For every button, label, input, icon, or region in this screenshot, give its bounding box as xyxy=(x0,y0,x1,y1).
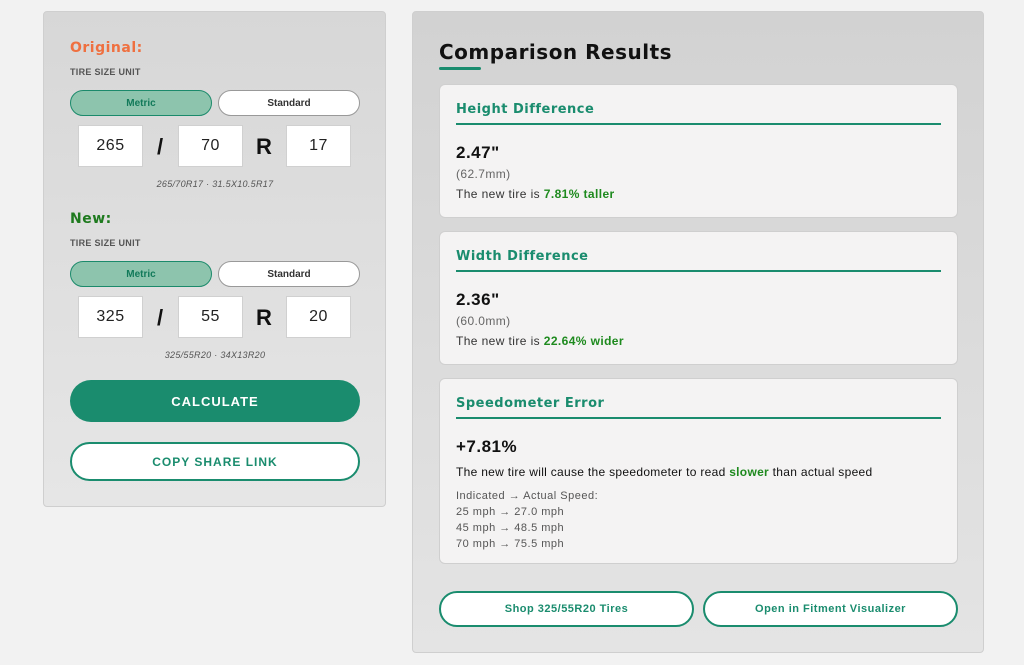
speed-row: 25 mph → 27.0 mph xyxy=(456,506,565,518)
speed-desc-suffix: than actual speed xyxy=(769,465,873,479)
original-metric-toggle[interactable]: Metric xyxy=(70,90,212,116)
original-standard-toggle[interactable]: Standard xyxy=(218,90,360,116)
original-rim-input[interactable]: 17 xyxy=(286,125,351,167)
width-highlight: 22.64% wider xyxy=(543,334,624,348)
results-title: Comparison Results xyxy=(439,40,673,64)
tire-input-panel: Original: TIRE SIZE UNIT Metric Standard… xyxy=(43,11,386,507)
speedometer-card-title: Speedometer Error xyxy=(456,396,605,411)
height-mm: (62.7mm) xyxy=(456,167,511,181)
original-unit-label: TIRE SIZE UNIT xyxy=(70,67,141,77)
speed-highlight: slower xyxy=(729,465,770,479)
speed-row: 70 mph → 75.5 mph xyxy=(456,538,565,550)
new-unit-label: TIRE SIZE UNIT xyxy=(70,238,141,248)
new-rim-input[interactable]: 20 xyxy=(286,296,351,338)
height-desc-text: The new tire is xyxy=(456,187,544,201)
calculate-button[interactable]: CALCULATE xyxy=(70,380,360,422)
original-aspect-input[interactable]: 70 xyxy=(178,125,243,167)
speed-desc-prefix: The new tire will cause the speedometer … xyxy=(456,465,730,479)
card-divider xyxy=(456,123,941,125)
new-construction: R xyxy=(256,305,272,330)
original-size-caption: 265/70R17 · 31.5X10.5R17 xyxy=(156,179,274,189)
speed-row: 45 mph → 48.5 mph xyxy=(456,522,565,534)
width-desc-text: The new tire is xyxy=(456,334,544,348)
fitment-visualizer-button[interactable]: Open in Fitment Visualizer xyxy=(703,591,958,627)
height-card-title: Height Difference xyxy=(456,102,595,117)
card-divider xyxy=(456,270,941,272)
height-highlight: 7.81% taller xyxy=(543,187,615,201)
new-standard-toggle[interactable]: Standard xyxy=(218,261,360,287)
width-description: The new tire is 22.64% wider xyxy=(456,334,624,348)
speedometer-description: The new tire will cause the speedometer … xyxy=(456,465,873,479)
width-mm: (60.0mm) xyxy=(456,314,511,328)
new-size-caption: 325/55R20 · 34X13R20 xyxy=(164,350,266,360)
height-value: 2.47" xyxy=(456,143,500,162)
original-separator: / xyxy=(156,134,164,159)
height-description: The new tire is 7.81% taller xyxy=(456,187,615,201)
shop-tires-button[interactable]: Shop 325/55R20 Tires xyxy=(439,591,694,627)
speedometer-value: +7.81% xyxy=(456,437,518,456)
new-title: New: xyxy=(70,211,112,227)
new-aspect-input[interactable]: 55 xyxy=(178,296,243,338)
speed-conversion-list: Indicated → Actual Speed: 25 mph → 27.0 … xyxy=(456,488,598,552)
height-difference-card: Height Difference 2.47" (62.7mm) The new… xyxy=(439,84,958,218)
new-width-input[interactable]: 325 xyxy=(78,296,143,338)
original-construction: R xyxy=(256,134,272,159)
width-value: 2.36" xyxy=(456,290,500,309)
results-panel: Comparison Results Height Difference 2.4… xyxy=(412,11,984,653)
new-metric-toggle[interactable]: Metric xyxy=(70,261,212,287)
width-difference-card: Width Difference 2.36" (60.0mm) The new … xyxy=(439,231,958,365)
speed-list-header: Indicated → Actual Speed: xyxy=(456,490,599,502)
width-card-title: Width Difference xyxy=(456,249,589,264)
title-underline xyxy=(439,67,481,70)
copy-share-link-button[interactable]: COPY SHARE LINK xyxy=(70,442,360,481)
original-title: Original: xyxy=(70,40,143,56)
card-divider xyxy=(456,417,941,419)
new-separator: / xyxy=(156,305,164,330)
original-width-input[interactable]: 265 xyxy=(78,125,143,167)
speedometer-error-card: Speedometer Error +7.81% The new tire wi… xyxy=(439,378,958,564)
